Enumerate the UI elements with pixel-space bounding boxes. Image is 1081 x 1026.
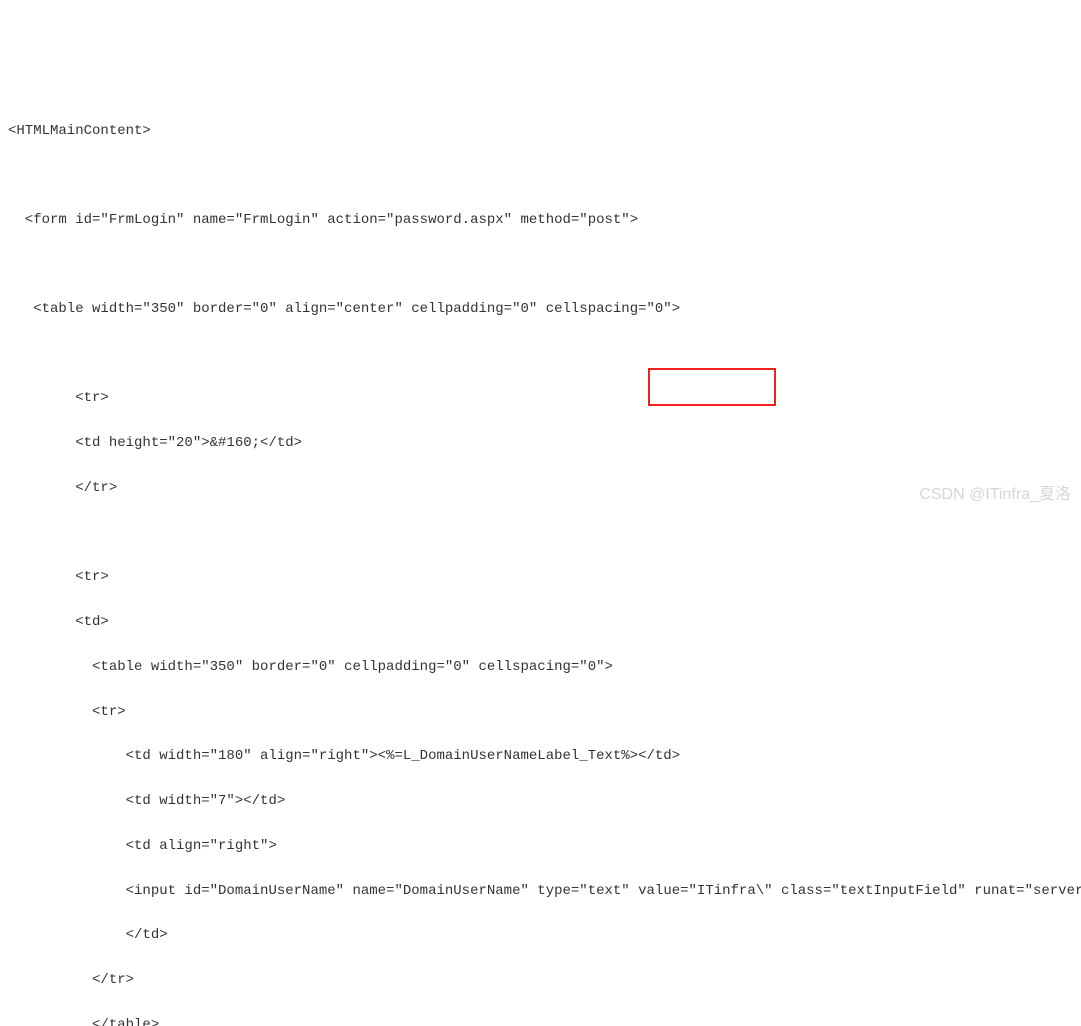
code-line: </table> <box>8 1014 1073 1026</box>
code-line <box>8 522 1073 544</box>
code-line: <tr> <box>8 387 1073 409</box>
code-line: <td align="right"> <box>8 835 1073 857</box>
code-line: </tr> <box>8 969 1073 991</box>
code-line <box>8 254 1073 276</box>
code-line: <table width="350" border="0" cellpaddin… <box>8 656 1073 678</box>
code-line <box>8 343 1073 365</box>
code-line: <td width="7"></td> <box>8 790 1073 812</box>
code-line: <tr> <box>8 701 1073 723</box>
code-line: <HTMLMainContent> <box>8 120 1073 142</box>
code-line <box>8 165 1073 187</box>
code-line: <tr> <box>8 566 1073 588</box>
code-text: <input id="DomainUserName" name="DomainU… <box>8 883 638 899</box>
code-line: <form id="FrmLogin" name="FrmLogin" acti… <box>8 209 1073 231</box>
code-line: <td width="180" align="right"><%=L_Domai… <box>8 745 1073 767</box>
code-line: </tr> <box>8 477 1073 499</box>
code-block: <HTMLMainContent> <form id="FrmLogin" na… <box>8 98 1073 1026</box>
code-line: <input id="DomainUserName" name="DomainU… <box>8 880 1073 902</box>
code-line: <table width="350" border="0" align="cen… <box>8 298 1073 320</box>
code-line: </td> <box>8 924 1073 946</box>
code-text: class="textInputField" runat="server" si… <box>781 883 1081 899</box>
code-line: <td> <box>8 611 1073 633</box>
code-line: <td height="20">&#160;</td> <box>8 432 1073 454</box>
highlighted-attribute: value="ITinfra\" <box>638 883 781 899</box>
